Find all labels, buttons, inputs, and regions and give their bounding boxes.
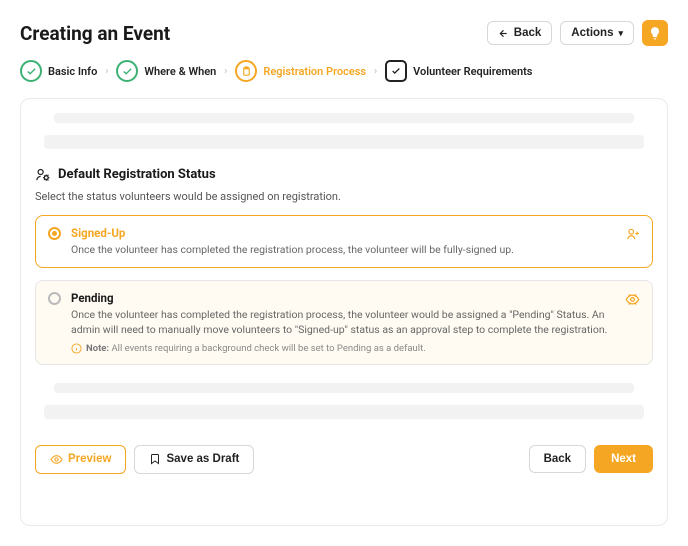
footer-back-button[interactable]: Back: [529, 445, 587, 473]
page-title: Creating an Event: [20, 22, 170, 45]
option-title: Signed-Up: [71, 226, 616, 240]
skeleton-line: [54, 113, 635, 123]
help-tip-button[interactable]: [642, 20, 668, 46]
chevron-right-icon: ›: [224, 66, 227, 77]
progress-steps: Basic Info › Where & When › Registration…: [20, 60, 668, 82]
radio-selected-icon: [48, 227, 61, 240]
option-signed-up[interactable]: Signed-Up Once the volunteer has complet…: [35, 215, 653, 268]
option-description: Once the volunteer has completed the reg…: [71, 242, 616, 257]
arrow-left-icon: [498, 28, 509, 39]
next-button[interactable]: Next: [594, 445, 653, 473]
skeleton-line: [54, 383, 635, 393]
step-where-when[interactable]: Where & When: [116, 60, 216, 82]
skeleton-line: [44, 135, 643, 149]
option-description: Once the volunteer has completed the reg…: [71, 307, 615, 337]
user-settings-icon: [35, 167, 50, 182]
footer-back-label: Back: [544, 453, 572, 465]
actions-dropdown[interactable]: Actions ▾: [560, 21, 634, 45]
step-basic-info[interactable]: Basic Info: [20, 60, 97, 82]
radio-unselected-icon: [48, 292, 61, 305]
form-card: Default Registration Status Select the s…: [20, 98, 668, 526]
clipboard-icon: [235, 60, 257, 82]
back-button[interactable]: Back: [487, 21, 553, 45]
save-draft-label: Save as Draft: [166, 453, 239, 465]
section-subtitle: Select the status volunteers would be as…: [35, 190, 653, 203]
pending-eye-icon: [625, 292, 640, 307]
check-square-icon: [385, 60, 407, 82]
back-label: Back: [514, 27, 542, 39]
chevron-right-icon: ›: [105, 66, 108, 77]
preview-label: Preview: [68, 453, 111, 465]
step-label: Basic Info: [48, 65, 97, 78]
step-registration-process[interactable]: Registration Process: [235, 60, 366, 82]
option-title: Pending: [71, 291, 615, 305]
step-volunteer-requirements[interactable]: Volunteer Requirements: [385, 60, 532, 82]
option-note: Note: All events requiring a background …: [71, 343, 615, 354]
info-icon: [71, 343, 82, 354]
save-draft-button[interactable]: Save as Draft: [134, 445, 254, 474]
check-circle-icon: [20, 60, 42, 82]
step-label: Registration Process: [263, 65, 366, 78]
check-circle-icon: [116, 60, 138, 82]
chevron-right-icon: ›: [374, 66, 377, 77]
option-pending[interactable]: Pending Once the volunteer has completed…: [35, 280, 653, 364]
bulb-icon: [648, 26, 662, 40]
step-label: Where & When: [144, 65, 216, 78]
bookmark-icon: [149, 453, 161, 465]
eye-icon: [50, 453, 63, 466]
next-label: Next: [611, 453, 636, 465]
chevron-down-icon: ▾: [618, 28, 623, 39]
actions-label: Actions: [571, 27, 613, 39]
section-title: Default Registration Status: [58, 167, 216, 182]
preview-button[interactable]: Preview: [35, 445, 126, 474]
step-label: Volunteer Requirements: [413, 65, 532, 78]
skeleton-line: [44, 405, 643, 419]
user-plus-icon: [626, 227, 640, 241]
